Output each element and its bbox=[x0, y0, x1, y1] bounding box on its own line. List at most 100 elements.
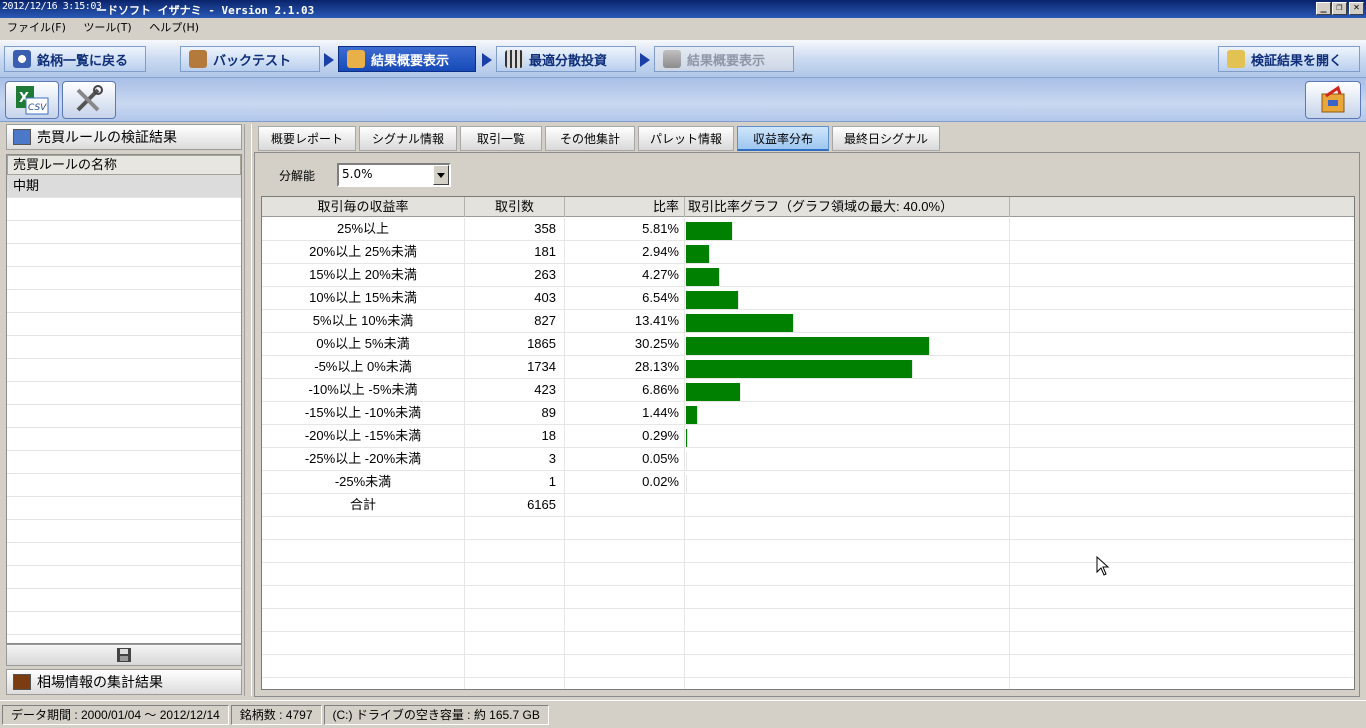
panel-splitter[interactable] bbox=[244, 124, 252, 696]
cell-ratio: 28.13% bbox=[565, 356, 685, 378]
col-empty bbox=[1010, 197, 1354, 217]
distribution-table[interactable]: 取引毎の収益率 取引数 比率 取引比率グラフ（グラフ領域の最大: 40.0%） … bbox=[261, 196, 1355, 690]
menu-tools[interactable]: ツール(T) bbox=[76, 18, 138, 38]
mouse-cursor-icon bbox=[1096, 555, 1110, 579]
arrow-right-icon bbox=[640, 53, 650, 67]
tab-summary-report[interactable]: 概要レポート bbox=[258, 126, 356, 151]
arrow-right-icon bbox=[324, 53, 334, 67]
rule-results-panel: 売買ルールの検証結果 売買ルールの名称 中期 相場情報の集計結果 bbox=[6, 124, 242, 697]
open-results-button[interactable]: 検証結果を開く bbox=[1218, 46, 1360, 72]
result-summary-button[interactable]: 結果概要表示 bbox=[338, 46, 476, 72]
cell-ratio: 30.25% bbox=[565, 333, 685, 355]
csv-export-button[interactable]: X CSV bbox=[5, 81, 59, 119]
cell-empty bbox=[465, 586, 565, 608]
cell-empty bbox=[262, 632, 465, 654]
rule-list-empty-row bbox=[7, 520, 241, 543]
save-button[interactable] bbox=[6, 644, 242, 666]
table-row[interactable]: -20%以上 -15%未満 18 0.29% bbox=[262, 425, 1354, 448]
table-row[interactable]: -15%以上 -10%未満 89 1.44% bbox=[262, 402, 1354, 425]
cell-empty bbox=[262, 678, 465, 689]
tab-other-stats[interactable]: その他集計 bbox=[545, 126, 635, 151]
cell-ratio: 1.44% bbox=[565, 402, 685, 424]
back-to-list-button[interactable]: 銘柄一覧に戻る bbox=[4, 46, 146, 72]
cell-graph bbox=[685, 356, 1010, 378]
cell-empty bbox=[565, 632, 685, 654]
table-row[interactable]: 0%以上 5%未満 1865 30.25% bbox=[262, 333, 1354, 356]
cell-empty bbox=[1010, 586, 1354, 608]
cell-empty bbox=[1010, 425, 1354, 447]
table-empty-row bbox=[262, 517, 1354, 540]
settings-tools-button[interactable] bbox=[62, 81, 116, 119]
rule-list[interactable]: 売買ルールの名称 中期 bbox=[6, 154, 242, 644]
open-folder-icon bbox=[1227, 50, 1245, 68]
ratio-bar bbox=[686, 314, 794, 332]
table-row[interactable]: 15%以上 20%未満 263 4.27% bbox=[262, 264, 1354, 287]
tab-return-distribution[interactable]: 収益率分布 bbox=[737, 126, 829, 151]
close-button[interactable]: ✕ bbox=[1349, 2, 1364, 15]
rule-list-empty-row bbox=[7, 589, 241, 612]
market-info-header[interactable]: 相場情報の集計結果 bbox=[6, 669, 242, 695]
rule-list-item[interactable]: 中期 bbox=[7, 175, 241, 198]
col-ratio[interactable]: 比率 bbox=[565, 197, 685, 217]
cell-ratio: 0.05% bbox=[565, 448, 685, 470]
table-row[interactable]: 20%以上 25%未満 181 2.94% bbox=[262, 241, 1354, 264]
col-trade-count[interactable]: 取引数 bbox=[465, 197, 565, 217]
cell-empty bbox=[262, 517, 465, 539]
table-empty-row bbox=[262, 655, 1354, 678]
cell-ratio: 6.54% bbox=[565, 287, 685, 309]
table-row[interactable]: 10%以上 15%未満 403 6.54% bbox=[262, 287, 1354, 310]
cell-range: -20%以上 -15%未満 bbox=[262, 425, 465, 447]
minimize-button[interactable]: _ bbox=[1316, 2, 1331, 15]
menu-file[interactable]: ファイル(F) bbox=[0, 18, 73, 38]
cell-empty bbox=[262, 655, 465, 677]
table-row[interactable]: 5%以上 10%未満 827 13.41% bbox=[262, 310, 1354, 333]
table-empty-row bbox=[262, 563, 1354, 586]
cell-graph bbox=[685, 333, 1010, 355]
hand-icon bbox=[347, 50, 365, 68]
ratio-bar bbox=[686, 268, 720, 286]
tab-trade-list[interactable]: 取引一覧 bbox=[460, 126, 542, 151]
cell-empty bbox=[1010, 471, 1354, 493]
export-button[interactable] bbox=[1305, 81, 1361, 119]
data-period-status: データ期間 : 2000/01/04 〜 2012/12/14 bbox=[2, 704, 229, 725]
cell-empty bbox=[1010, 287, 1354, 309]
cell-empty bbox=[685, 563, 1010, 585]
cell-count: 1 bbox=[465, 471, 565, 493]
cell-empty bbox=[565, 655, 685, 677]
cell-empty bbox=[1010, 494, 1354, 516]
rule-list-empty-row bbox=[7, 359, 241, 382]
table-row[interactable]: -10%以上 -5%未満 423 6.86% bbox=[262, 379, 1354, 402]
tab-signal-info[interactable]: シグナル情報 bbox=[359, 126, 457, 151]
col-return-rate[interactable]: 取引毎の収益率 bbox=[262, 197, 465, 217]
menu-help[interactable]: ヘルプ(H) bbox=[142, 18, 206, 38]
table-total-row[interactable]: 合計 6165 bbox=[262, 494, 1354, 517]
table-empty-row bbox=[262, 609, 1354, 632]
stock-count-status: 銘柄数 : 4797 bbox=[230, 704, 322, 725]
rule-list-empty-row bbox=[7, 474, 241, 497]
optimal-portfolio-button[interactable]: 最適分散投資 bbox=[496, 46, 636, 72]
cell-empty bbox=[465, 609, 565, 631]
cell-range: -15%以上 -10%未満 bbox=[262, 402, 465, 424]
table-row[interactable]: 25%以上 358 5.81% bbox=[262, 218, 1354, 241]
tab-last-day-signal[interactable]: 最終日シグナル bbox=[832, 126, 940, 151]
rule-list-empty-row bbox=[7, 566, 241, 589]
table-row[interactable]: -25%以上 -20%未満 3 0.05% bbox=[262, 448, 1354, 471]
cell-empty bbox=[1010, 379, 1354, 401]
restore-button[interactable]: ❐ bbox=[1332, 2, 1347, 15]
cell-ratio: 6.86% bbox=[565, 379, 685, 401]
table-empty-row bbox=[262, 678, 1354, 689]
backtest-button[interactable]: バックテスト bbox=[180, 46, 320, 72]
table-row[interactable]: -25%未満 1 0.02% bbox=[262, 471, 1354, 494]
table-row[interactable]: -5%以上 0%未満 1734 28.13% bbox=[262, 356, 1354, 379]
resolution-select[interactable]: 5.0% bbox=[337, 163, 451, 187]
dropdown-arrow-icon[interactable] bbox=[433, 165, 449, 185]
cell-empty bbox=[262, 609, 465, 631]
cell-graph bbox=[685, 471, 1010, 493]
disk-space-status: (C:) ドライブの空き容量 : 約 165.7 GB bbox=[323, 704, 549, 725]
cell-count: 18 bbox=[465, 425, 565, 447]
cell-total-count: 6165 bbox=[465, 494, 565, 516]
cell-empty bbox=[1010, 563, 1354, 585]
col-ratio-graph[interactable]: 取引比率グラフ（グラフ領域の最大: 40.0%） bbox=[685, 197, 1010, 217]
cell-empty bbox=[1010, 402, 1354, 424]
tab-palette-info[interactable]: パレット情報 bbox=[638, 126, 734, 151]
